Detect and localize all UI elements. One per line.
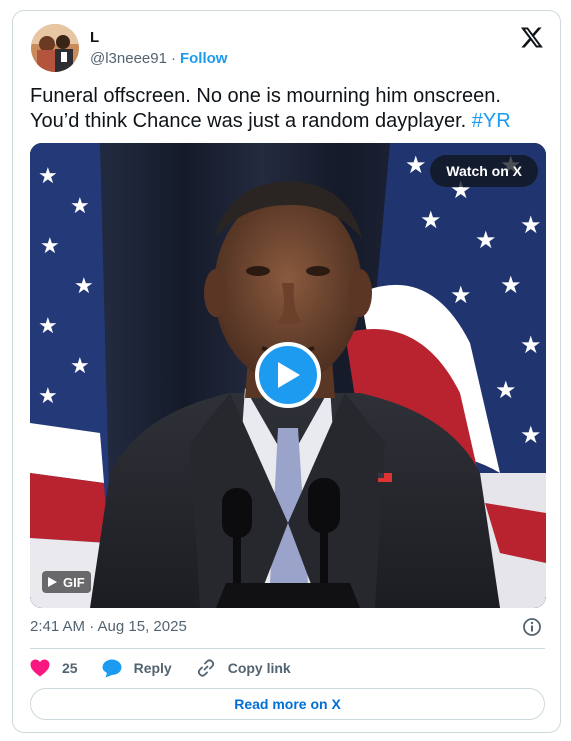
svg-text:★: ★ (475, 227, 497, 254)
svg-text:★: ★ (420, 207, 442, 234)
svg-text:★: ★ (70, 193, 90, 218)
divider (30, 648, 545, 649)
gif-badge[interactable]: GIF (42, 571, 91, 593)
play-button[interactable] (255, 342, 321, 408)
small-play-icon (48, 577, 57, 587)
svg-text:★: ★ (38, 163, 58, 188)
svg-text:★: ★ (38, 383, 58, 408)
avatar[interactable] (31, 24, 79, 72)
svg-text:★: ★ (520, 422, 542, 449)
tweet-embed-card[interactable]: L @l3neee91 · Follow Funeral offscreen. … (12, 10, 561, 733)
reply-label: Reply (133, 660, 172, 676)
x-logo-icon[interactable] (520, 25, 544, 49)
svg-text:★: ★ (450, 282, 472, 309)
reply-bubble-icon (102, 659, 122, 677)
gif-label: GIF (63, 574, 85, 590)
gif-media[interactable]: ★★ ★★ ★★ ★ ★★ ★★ ★★ ★★ ★★ ★ (30, 143, 546, 608)
follow-button[interactable]: Follow (180, 50, 228, 67)
author-handle-row: @l3neee91 · Follow (90, 50, 227, 67)
heart-icon (30, 659, 50, 677)
action-bar: 25 Reply Copy link (30, 656, 315, 680)
author-handle[interactable]: @l3neee91 (90, 50, 167, 67)
svg-text:★: ★ (500, 272, 522, 299)
reply-button[interactable]: Reply (102, 659, 172, 678)
svg-text:★: ★ (70, 353, 90, 378)
like-button[interactable]: 25 (30, 659, 78, 677)
svg-text:★: ★ (495, 377, 517, 404)
like-count: 25 (62, 660, 78, 676)
read-more-button[interactable]: Read more on X (30, 688, 545, 720)
copy-link-button[interactable]: Copy link (196, 658, 291, 678)
separator-dot: · (170, 50, 176, 67)
link-icon (197, 659, 214, 677)
play-icon (278, 362, 300, 388)
hashtag-link[interactable]: #YR (472, 110, 511, 132)
svg-text:★: ★ (405, 152, 427, 179)
copy-link-label: Copy link (227, 660, 291, 676)
tweet-timestamp[interactable]: 2:41 AM · Aug 15, 2025 (30, 618, 187, 635)
tweet-text: Funeral offscreen. No one is mourning hi… (30, 84, 530, 134)
watch-on-x-button[interactable]: Watch on X (430, 155, 538, 187)
svg-text:★: ★ (520, 332, 542, 359)
tweet-body: Funeral offscreen. No one is mourning hi… (30, 85, 501, 132)
svg-text:★: ★ (520, 212, 542, 239)
svg-text:★: ★ (40, 233, 60, 258)
svg-text:★: ★ (38, 313, 58, 338)
author-display-name[interactable]: L (90, 29, 99, 46)
svg-text:★: ★ (74, 273, 94, 298)
info-icon[interactable] (522, 617, 542, 637)
